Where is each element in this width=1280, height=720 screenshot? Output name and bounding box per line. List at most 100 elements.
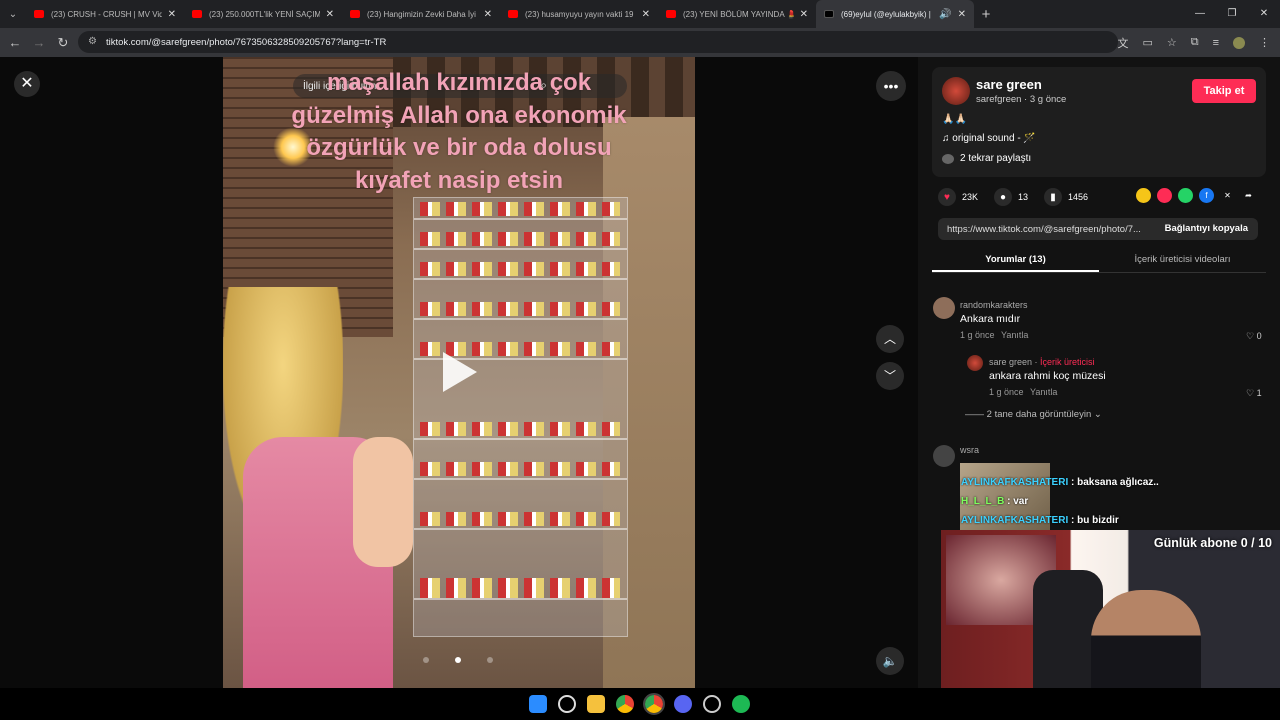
close-tab-icon[interactable]: ✕	[168, 9, 176, 20]
engagement-bar: ♥ 23K ● 13 ▮ 1456	[938, 187, 1104, 207]
save-count: 1456	[1068, 192, 1089, 202]
extensions-icon[interactable]: ⧉	[1191, 36, 1199, 49]
facebook-icon[interactable]: f	[1199, 188, 1214, 203]
comment-username[interactable]: sare green · İçerik üreticisi	[989, 357, 1095, 367]
chrome-icon[interactable]	[616, 695, 634, 713]
share-arrow-icon[interactable]: ➦	[1241, 188, 1256, 203]
comment-icon[interactable]: ●	[994, 188, 1013, 206]
next-post-button[interactable]: ﹀	[876, 362, 904, 390]
repost-avatars	[942, 153, 954, 164]
next-slide-dot[interactable]	[487, 657, 493, 663]
tab-creator-videos[interactable]: İçerik üreticisi videoları	[1099, 250, 1266, 272]
more-options-button[interactable]: •••	[876, 71, 906, 101]
reply-button[interactable]: Yanıtla	[1001, 330, 1028, 340]
like-count: 23K	[962, 192, 979, 202]
close-tab-icon[interactable]: ✕	[326, 9, 334, 20]
chat-user: AYLINKAFKASHATERI	[961, 515, 1069, 526]
file-explorer-icon[interactable]	[587, 695, 605, 713]
sound-link[interactable]: ♫ original sound - 🪄	[942, 133, 1036, 144]
reply-avatar[interactable]	[967, 355, 983, 371]
comment-username[interactable]: randomkarakters	[960, 300, 1028, 310]
speaker-icon[interactable]: 🔊	[939, 9, 951, 20]
prev-slide-dot[interactable]	[423, 657, 429, 663]
spotify-icon[interactable]	[732, 695, 750, 713]
comment-like[interactable]: ♡ 0	[1246, 331, 1262, 342]
embed-share-icon[interactable]	[1136, 188, 1151, 203]
chat-message: AYLINKAFKASHATERI : baksana ağlıcaz..	[961, 477, 1159, 488]
translate-icon[interactable]: 文	[1117, 35, 1128, 51]
like-heart-icon[interactable]: ♥	[938, 188, 956, 206]
author-card: sare green sarefgreen · 3 g önce Takip e…	[932, 67, 1266, 177]
browser-tab-6-active[interactable]: (69)eylul (@eylulakbyik) | Ti 🔊 ✕	[816, 0, 974, 28]
comment-count: 13	[1018, 192, 1029, 202]
discord-icon[interactable]	[674, 695, 692, 713]
woman-hands	[353, 437, 413, 567]
commenter-avatar[interactable]	[933, 297, 955, 319]
browser-tab-4[interactable]: (23) husamyuyu yayın vakti 19 ✕	[500, 0, 658, 28]
current-slide-dot[interactable]	[455, 657, 461, 663]
profile-avatar[interactable]	[1233, 36, 1245, 49]
cast-icon[interactable]: ▭	[1142, 36, 1152, 49]
chat-user: H_L_L_B	[961, 496, 1005, 507]
author-name[interactable]: sare green	[976, 77, 1042, 92]
photo-caption-overlay: maşallah kızımızda çok güzelmiş Allah on…	[223, 67, 695, 197]
browser-tab-5[interactable]: (23) YENİ BÖLÜM YAYINDA 💄 ✕	[658, 0, 816, 28]
reload-icon[interactable]: ↻	[51, 35, 75, 51]
chat-text: : baksana ağlıcaz..	[1071, 477, 1159, 488]
send-share-icon[interactable]	[1157, 188, 1172, 203]
post-photo[interactable]: İlgili içeriği bulun ⌕ maşallah kızımızd…	[223, 57, 695, 688]
app-icon[interactable]	[703, 695, 721, 713]
close-window-icon[interactable]: ✕	[1248, 0, 1280, 28]
url-bar[interactable]: ⚙ tiktok.com/@sarefgreen/photo/767350632…	[78, 31, 1118, 53]
chrome-active-icon[interactable]	[643, 693, 665, 715]
comment-username[interactable]: wsra	[960, 445, 979, 455]
creator-badge: İçerik üreticisi	[1040, 357, 1095, 367]
volume-icon[interactable]: 🔈	[876, 647, 904, 675]
play-icon[interactable]	[443, 352, 477, 392]
commenter-avatar[interactable]	[933, 445, 955, 467]
previous-post-button[interactable]: ︿	[876, 325, 904, 353]
windows-start-icon[interactable]	[529, 695, 547, 713]
tab-search-chevron-icon[interactable]: ⌄	[0, 0, 26, 28]
comment-like[interactable]: ♡ 1	[1246, 388, 1262, 399]
view-more-replies[interactable]: —— 2 tane daha görüntüleyin ⌄	[965, 409, 1102, 420]
tab-comments[interactable]: Yorumlar (13)	[932, 250, 1099, 272]
browser-tab-3[interactable]: (23) Hangimizin Zevki Daha İyi ✕	[342, 0, 500, 28]
bookmark-star-icon[interactable]: ☆	[1167, 36, 1177, 49]
chat-message: AYLINKAFKASHATERI : bu bizdir	[961, 515, 1119, 526]
tab-title: (23) 250.000TL'lik YENİ SAÇIM	[209, 9, 320, 19]
carousel-dots	[423, 657, 493, 663]
browser-tab-1[interactable]: (23) CRUSH - CRUSH | MV Vide ✕	[26, 0, 184, 28]
x-twitter-icon[interactable]: ✕	[1220, 188, 1235, 203]
browser-tab-2[interactable]: (23) 250.000TL'lik YENİ SAÇIM ✕	[184, 0, 342, 28]
copy-link-button[interactable]: Bağlantıyı kopyala	[1165, 218, 1248, 240]
back-icon[interactable]: ←	[3, 35, 27, 50]
close-tab-icon[interactable]: ✕	[800, 9, 808, 20]
taskbar-search-icon[interactable]	[558, 695, 576, 713]
close-tab-icon[interactable]: ✕	[484, 9, 492, 20]
close-viewer-button[interactable]: ✕	[14, 71, 40, 97]
close-tab-icon[interactable]: ✕	[958, 9, 966, 20]
follow-button[interactable]: Takip et	[1192, 79, 1256, 103]
whatsapp-icon[interactable]	[1178, 188, 1193, 203]
forward-icon[interactable]: →	[27, 35, 51, 50]
repost-info[interactable]: 2 tekrar paylaştı	[942, 153, 1031, 164]
site-info-icon[interactable]: ⚙	[88, 36, 97, 47]
chat-text: : var	[1007, 496, 1029, 507]
reply-button[interactable]: Yanıtla	[1030, 387, 1057, 397]
author-avatar[interactable]	[942, 77, 970, 105]
photo-viewer: ✕ İlgili içeriği bulun ⌕ maşallah kızımı…	[0, 57, 918, 688]
comment-text: ankara rahmi koç müzesi	[989, 370, 1106, 382]
minimize-icon[interactable]: —	[1184, 0, 1216, 28]
tab-bar: ⌄ (23) CRUSH - CRUSH | MV Vide ✕ (23) 250…	[0, 0, 1280, 28]
bookmark-icon[interactable]: ▮	[1044, 188, 1063, 206]
media-controls-icon[interactable]: ≡	[1213, 37, 1219, 49]
new-tab-button[interactable]: +	[974, 6, 998, 23]
restore-icon[interactable]: ❐	[1216, 0, 1248, 28]
address-bar-row: ← → ↻ ⚙ tiktok.com/@sarefgreen/photo/767…	[0, 28, 1280, 57]
comment-text: Ankara mıdır	[960, 313, 1021, 325]
share-link-text[interactable]: https://www.tiktok.com/@sarefgreen/photo…	[947, 224, 1141, 235]
close-tab-icon[interactable]: ✕	[642, 9, 650, 20]
heart-outline-icon: ♡	[1246, 331, 1255, 341]
menu-kebab-icon[interactable]: ⋮	[1259, 36, 1270, 49]
